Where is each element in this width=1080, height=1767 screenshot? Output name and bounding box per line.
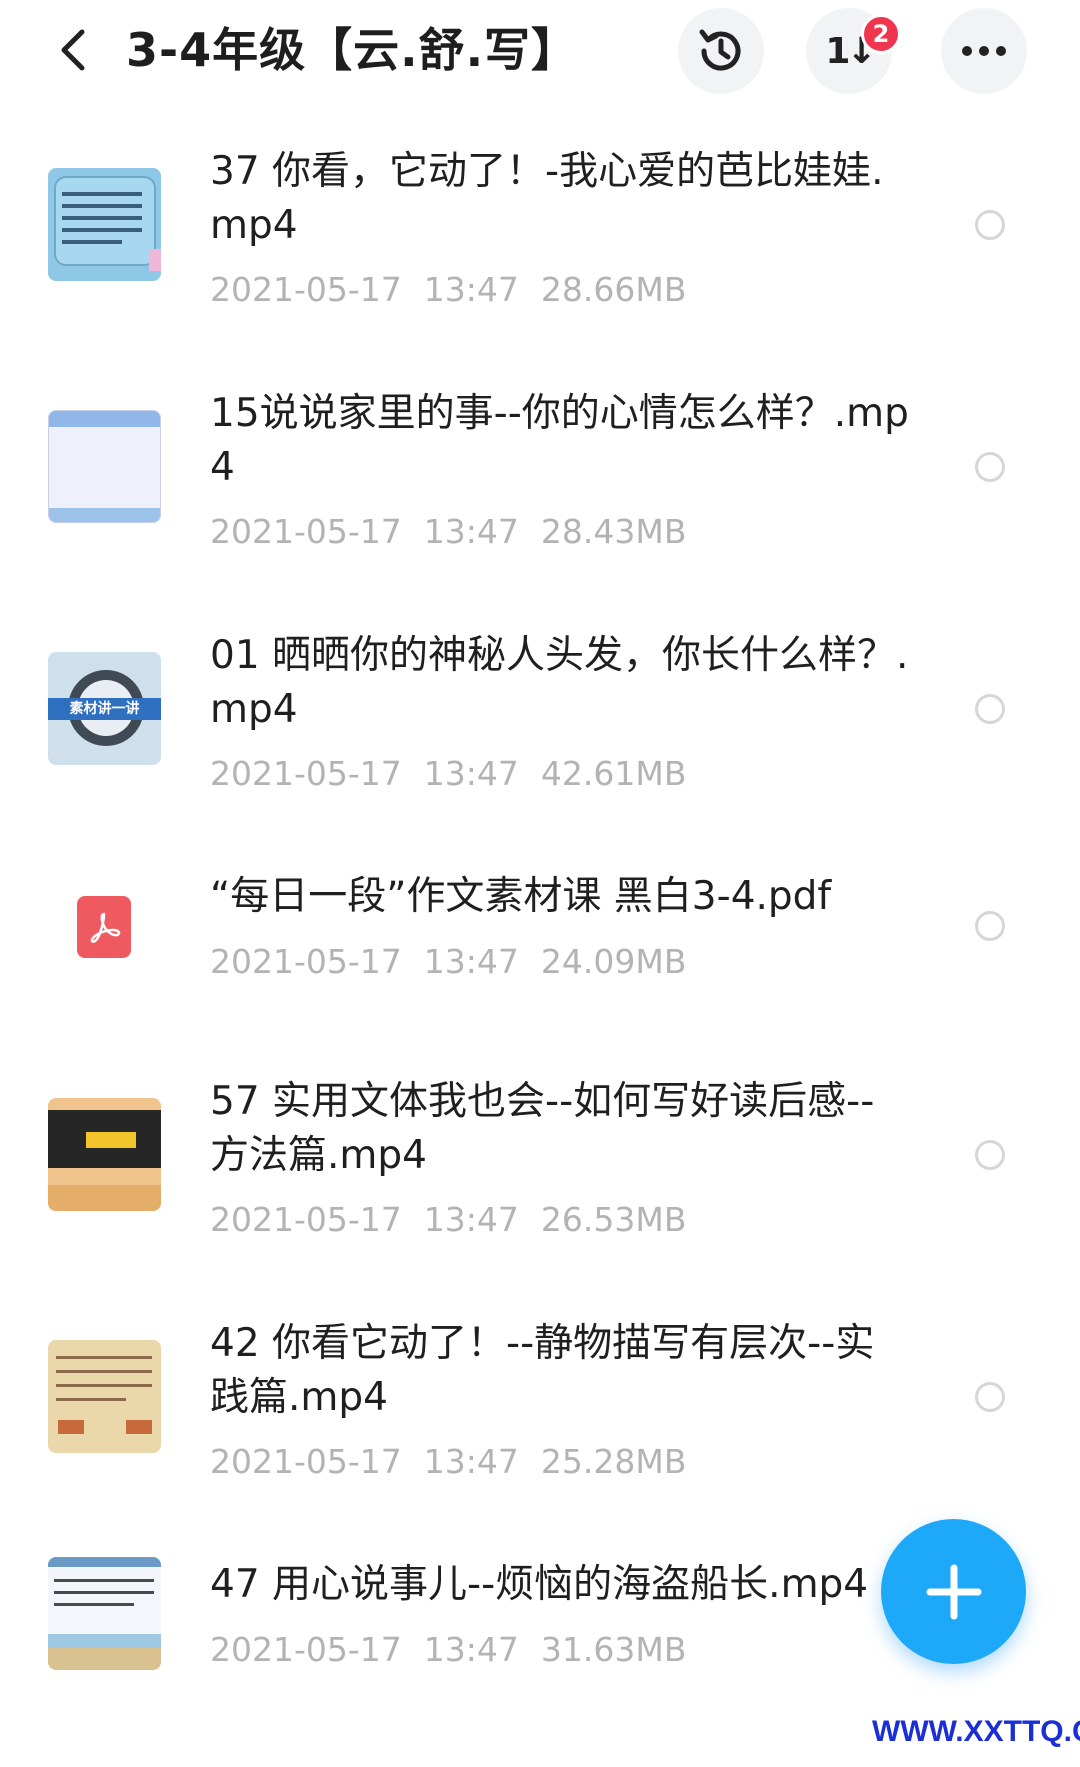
thumbnail-caption: 素材讲一讲 [48, 698, 161, 720]
video-thumbnail [48, 410, 161, 523]
select-radio[interactable] [975, 1382, 1005, 1412]
more-dots-icon [962, 46, 1006, 56]
file-name: 47 用心说事儿--烦恼的海盗船长.mp4 [210, 1562, 869, 1607]
page-title: 3-4年级【云.舒.写】 [126, 23, 579, 77]
header: 3-4年级【云.舒.写】 1↓ 2 [0, 0, 1080, 110]
file-date: 2021-05-17 [210, 754, 402, 793]
select-radio[interactable] [975, 210, 1005, 240]
sort-badge: 2 [861, 14, 901, 54]
back-button[interactable] [45, 22, 101, 78]
file-date: 2021-05-17 [210, 270, 402, 309]
file-size: 31.63MB [540, 1630, 687, 1669]
file-name: 57 实用文体我也会--如何写好读后感--方法篇.mp4 [210, 1079, 875, 1178]
file-name: 01 晒晒你的神秘人头发，你长什么样？.mp4 [210, 633, 909, 732]
file-size: 26.53MB [540, 1200, 687, 1239]
file-meta: 2021-05-17 13:47 25.28MB [210, 1442, 708, 1481]
add-button[interactable] [881, 1519, 1026, 1664]
file-name: “每日一段”作文素材课 黑白3-4.pdf [210, 874, 832, 919]
file-time: 13:47 [423, 1200, 519, 1239]
file-time: 13:47 [423, 270, 519, 309]
file-meta: 2021-05-17 13:47 31.63MB [210, 1630, 708, 1669]
history-button[interactable] [678, 8, 764, 94]
video-thumbnail: 素材讲一讲 [48, 652, 161, 765]
file-name: 37 你看，它动了！-我心爱的芭比娃娃.mp4 [210, 149, 884, 248]
file-date: 2021-05-17 [210, 512, 402, 551]
file-date: 2021-05-17 [210, 1442, 402, 1481]
video-thumbnail [48, 1340, 161, 1453]
video-thumbnail [48, 1098, 161, 1211]
file-meta: 2021-05-17 13:47 42.61MB [210, 754, 708, 793]
file-time: 13:47 [423, 754, 519, 793]
file-size: 24.09MB [540, 942, 687, 981]
file-size: 28.66MB [540, 270, 687, 309]
file-date: 2021-05-17 [210, 942, 402, 981]
video-thumbnail [48, 1557, 161, 1670]
chevron-left-icon [61, 29, 85, 71]
file-time: 13:47 [423, 942, 519, 981]
file-list-screen: 3-4年级【云.舒.写】 1↓ 2 37 你看，它动了！-我心爱的芭比娃娃.mp… [0, 0, 1080, 1767]
file-size: 25.28MB [540, 1442, 687, 1481]
file-time: 13:47 [423, 1442, 519, 1481]
file-meta: 2021-05-17 13:47 28.66MB [210, 270, 708, 309]
select-radio[interactable] [975, 1140, 1005, 1170]
file-name: 15说说家里的事--你的心情怎么样？.mp4 [210, 391, 909, 490]
select-radio[interactable] [975, 452, 1005, 482]
select-radio[interactable] [975, 911, 1005, 941]
pdf-thumbnail [48, 868, 161, 981]
file-size: 28.43MB [540, 512, 687, 551]
file-size: 42.61MB [540, 754, 687, 793]
pdf-icon [77, 896, 131, 958]
plus-icon [926, 1564, 981, 1619]
select-radio[interactable] [975, 694, 1005, 724]
file-name: 42 你看它动了！--静物描写有层次--实践篇.mp4 [210, 1321, 875, 1420]
file-meta: 2021-05-17 13:47 24.09MB [210, 942, 708, 981]
file-meta: 2021-05-17 13:47 26.53MB [210, 1200, 708, 1239]
more-button[interactable] [941, 8, 1027, 94]
file-time: 13:47 [423, 512, 519, 551]
file-meta: 2021-05-17 13:47 28.43MB [210, 512, 708, 551]
file-date: 2021-05-17 [210, 1630, 402, 1669]
watermark: WWW.XXTTQ.COM [872, 1715, 1080, 1748]
file-date: 2021-05-17 [210, 1200, 402, 1239]
history-icon [699, 29, 741, 71]
file-time: 13:47 [423, 1630, 519, 1669]
video-thumbnail [48, 168, 161, 281]
